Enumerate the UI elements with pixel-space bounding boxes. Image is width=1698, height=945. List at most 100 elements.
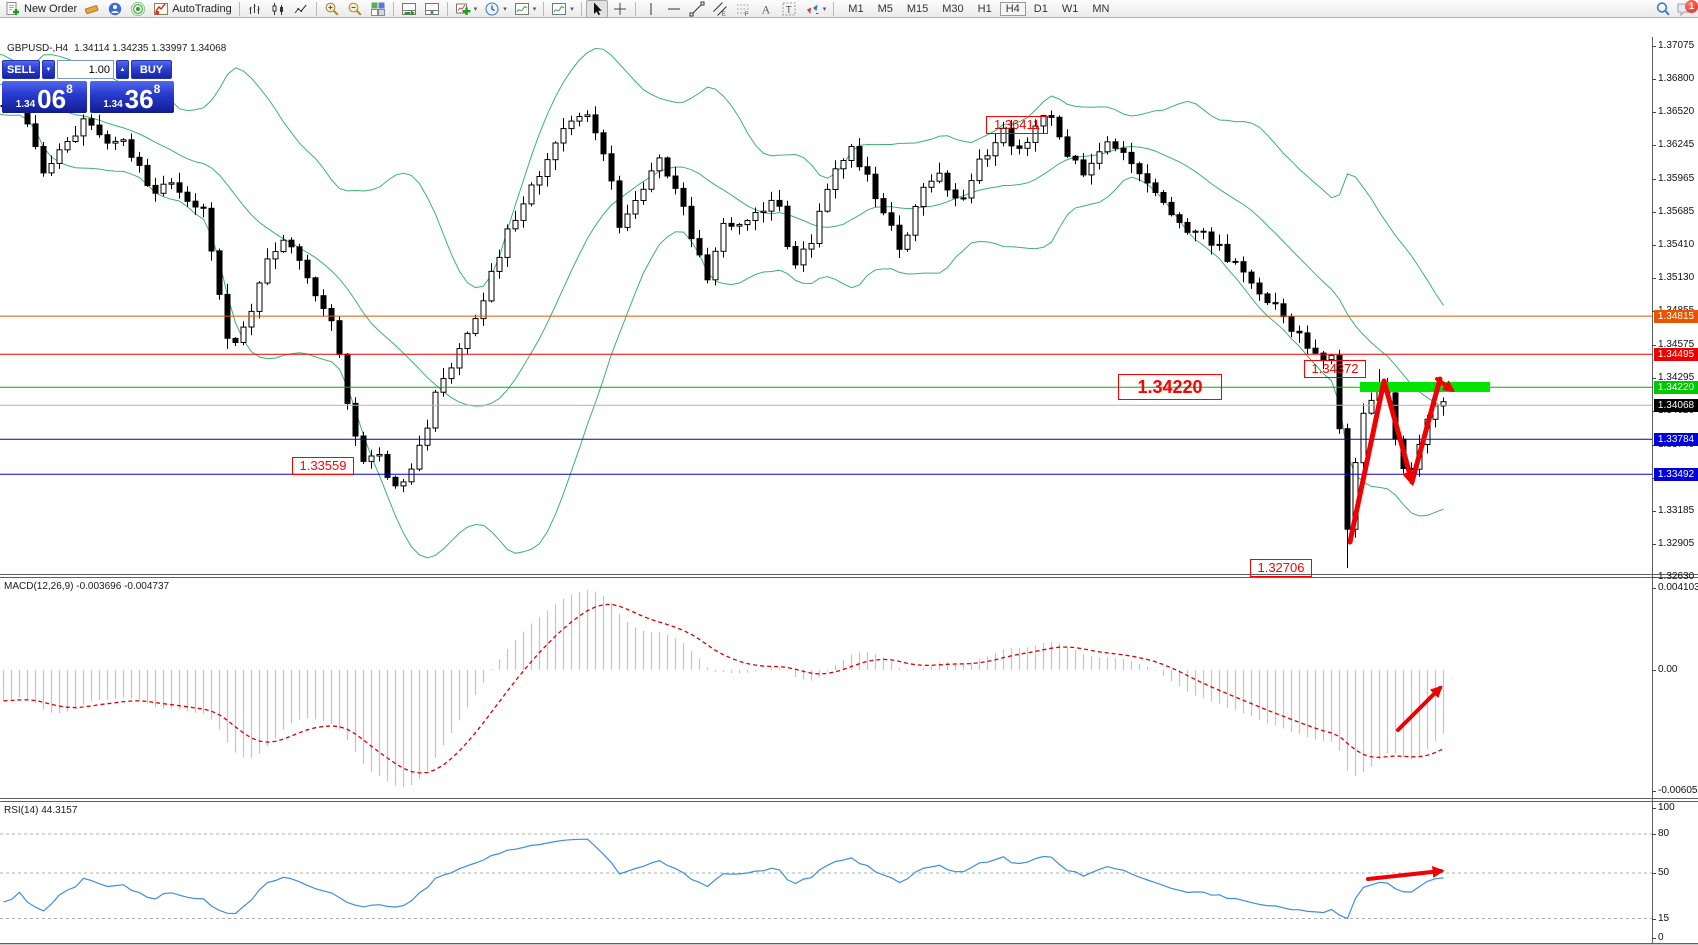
toolbar-separator (635, 2, 636, 16)
red-arrow-annotation[interactable] (1368, 871, 1441, 879)
symbol-info: GBPUSD-,H41.34114 1.34235 1.33997 1.3406… (7, 43, 226, 54)
new-order-icon (5, 1, 21, 17)
macd-pane[interactable] (0, 578, 1698, 798)
volume-input[interactable]: 1.00 (57, 60, 114, 79)
rsi-pane[interactable] (0, 802, 1698, 943)
toolbar-separator (833, 2, 834, 16)
rsi-axis-tick (1652, 873, 1656, 874)
pane-separator[interactable] (0, 798, 1698, 799)
timeframe-m30[interactable]: M30 (936, 2, 969, 16)
chart-window[interactable]: GBPUSD-,H41.34114 1.34235 1.33997 1.3406… (0, 18, 1698, 944)
templates-button[interactable]: ▾ (511, 1, 540, 17)
price-callout[interactable]: 1.32706 (1250, 559, 1312, 577)
timeframe-d1[interactable]: D1 (1028, 2, 1054, 16)
indicator-window-icon (401, 1, 417, 17)
chart-mode-button[interactable]: ▾ (548, 1, 577, 17)
community-icon (107, 1, 123, 17)
macd-axis-tick (1652, 791, 1656, 792)
signals-button[interactable] (127, 1, 149, 17)
channel-tool[interactable] (709, 1, 731, 17)
price-callout[interactable]: 1.33559 (292, 457, 354, 475)
sell-button[interactable]: SELL (2, 60, 40, 79)
timeframe-h4[interactable]: H4 (1000, 2, 1026, 16)
price-axis-tick (1652, 245, 1656, 246)
timeframe-m15[interactable]: M15 (901, 2, 934, 16)
sell-price-tile[interactable]: 1.34068 (2, 81, 87, 113)
vertical-line-tool[interactable] (640, 1, 662, 17)
price-tag[interactable]: 1.34815 (1654, 310, 1698, 323)
community-button[interactable] (104, 1, 126, 17)
buy-button[interactable]: BUY (131, 60, 172, 79)
price-tag[interactable]: 1.33492 (1654, 468, 1698, 481)
price-callout[interactable]: 1.36411 (986, 116, 1048, 134)
macd-indicator-label: MACD(12,26,9) -0.003696 -0.004737 (4, 581, 169, 592)
chevron-down-icon: ▾ (823, 5, 827, 13)
periods-button[interactable]: ▾ (481, 1, 510, 17)
trendline-tool[interactable] (686, 1, 708, 17)
timeframe-h1[interactable]: H1 (972, 2, 998, 16)
depth-of-market-button[interactable] (421, 1, 443, 17)
timeframe-toolbar: M1M5M15M30H1H4D1W1MN (842, 2, 1115, 16)
arrows-tool[interactable]: ▾ (801, 1, 830, 17)
fibonacci-tool[interactable] (732, 1, 754, 17)
timeframe-m1[interactable]: M1 (842, 2, 869, 16)
chart-mode-icon (551, 1, 567, 17)
price-callout[interactable]: 1.34220 (1118, 374, 1222, 400)
crosshair-tool[interactable] (609, 1, 631, 17)
rsi-axis-tick (1652, 808, 1656, 809)
new-order-button[interactable]: New Order (2, 1, 80, 17)
vertical-line-icon (643, 1, 659, 17)
buy-price-big: 36 (125, 87, 154, 112)
zoom-out-button[interactable] (344, 1, 366, 17)
main-chart-pane[interactable] (0, 37, 1698, 574)
candlestick-chart-button[interactable] (267, 1, 289, 17)
timeframe-m5[interactable]: M5 (872, 2, 899, 16)
styler-button[interactable] (81, 1, 103, 17)
price-axis-tick (1652, 46, 1656, 47)
cursor-tool[interactable] (586, 0, 608, 18)
price-tag[interactable]: 1.34068 (1654, 399, 1698, 412)
buy-price-tile[interactable]: 1.34368 (90, 81, 175, 113)
horizontal-line-tool[interactable] (663, 1, 685, 17)
price-callout[interactable]: 1.34372 (1304, 360, 1366, 378)
timeframe-w1[interactable]: W1 (1056, 2, 1085, 16)
candles-and-bands (0, 48, 1446, 568)
price-tag[interactable]: 1.33784 (1654, 433, 1698, 446)
rsi-axis-tick (1652, 938, 1656, 939)
cursor-icon (589, 1, 605, 17)
timeframe-mn[interactable]: MN (1086, 2, 1115, 16)
price-tag[interactable]: 1.34220 (1654, 381, 1698, 394)
indicator-add-icon (424, 1, 440, 17)
macd-axis-label: 0.00 (1658, 664, 1698, 675)
zoom-in-button[interactable] (321, 1, 343, 17)
signals-icon (130, 1, 146, 17)
search-icon[interactable] (1655, 1, 1671, 17)
tile-windows-button[interactable] (367, 1, 389, 17)
volume-increase-button[interactable]: ▲ (116, 60, 129, 79)
line-chart-button[interactable] (290, 1, 312, 17)
mt4-window: New OrderAutoTrading▾▾▾▾▾ M1M5M15M30H1H4… (0, 0, 1698, 945)
autotrading-icon (153, 1, 169, 17)
rsi-axis-label: 80 (1658, 828, 1698, 839)
notification-badge: 1 (1685, 0, 1698, 13)
label-tool[interactable] (778, 1, 800, 17)
macd-histogram (4, 590, 1444, 787)
volume-decrease-button[interactable]: ▼ (42, 60, 55, 79)
add-indicator-button[interactable]: ▾ (452, 1, 481, 17)
rsi-axis-tick (1652, 834, 1656, 835)
text-tool[interactable] (755, 1, 777, 17)
macd-axis-label: -0.006056 (1658, 785, 1698, 796)
bar-chart-button[interactable] (244, 1, 266, 17)
notifications-button[interactable]: 1 (1676, 1, 1694, 17)
price-tag[interactable]: 1.34495 (1654, 348, 1698, 361)
red-arrow-annotation[interactable] (1412, 379, 1440, 482)
pane-separator[interactable] (0, 574, 1698, 575)
autotrading-toggle[interactable]: AutoTrading (150, 1, 235, 17)
price-axis-tick (1652, 511, 1656, 512)
rsi-line (4, 839, 1444, 918)
indicator-window-button[interactable] (398, 1, 420, 17)
rsi-axis-label: 0 (1658, 932, 1698, 943)
add-indicator-icon (455, 1, 471, 17)
fibonacci-icon (735, 1, 751, 17)
bar-chart-icon (247, 1, 263, 17)
